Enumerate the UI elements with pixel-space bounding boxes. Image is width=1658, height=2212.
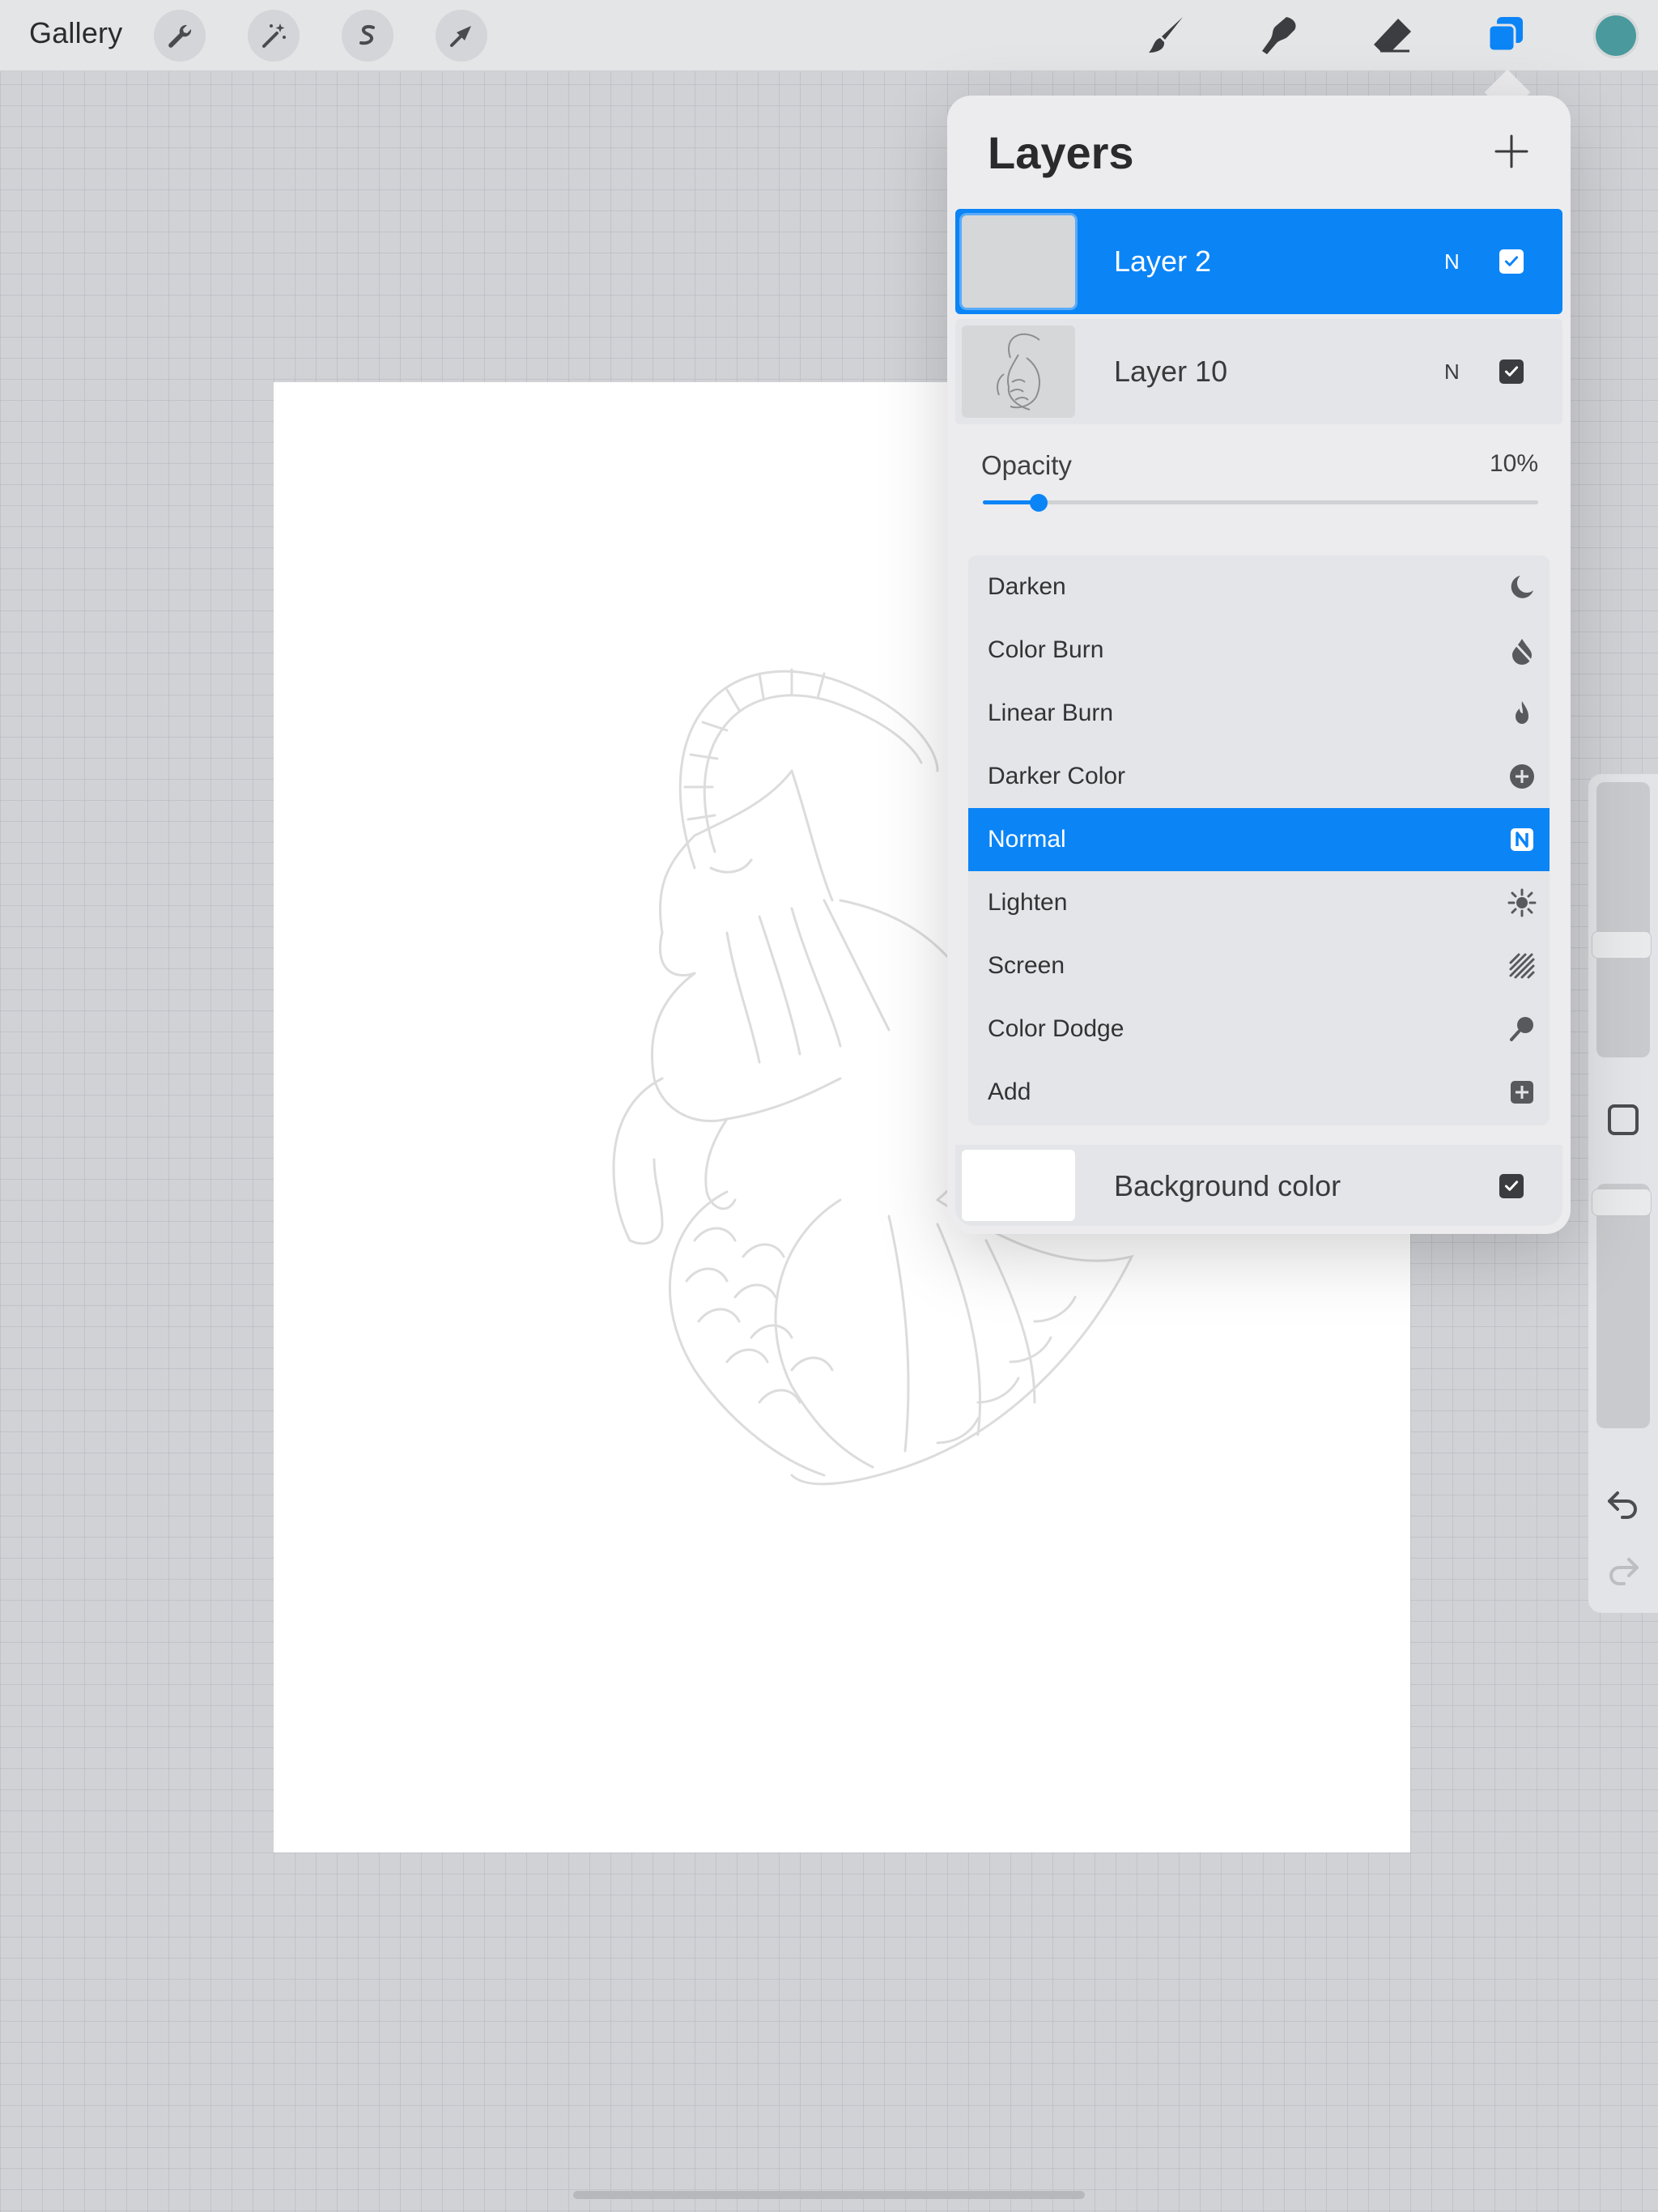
layer-name[interactable]: Layer 2 (1114, 245, 1211, 279)
layer-row-layer-2[interactable]: Layer 2 N (955, 209, 1562, 314)
visibility-checkbox[interactable] (1499, 359, 1524, 384)
top-toolbar: Gallery (0, 0, 1658, 71)
smudge-tool-button[interactable] (1253, 10, 1305, 62)
blend-mode-darken[interactable]: Darken (968, 555, 1550, 619)
plus-square-icon (1511, 1081, 1533, 1104)
check-icon (1504, 256, 1519, 266)
wrench-icon (168, 24, 192, 48)
selection-icon (359, 25, 375, 45)
opacity-label: Opacity (981, 450, 1072, 480)
layer-row-layer-10[interactable]: Layer 10 N (955, 319, 1562, 424)
check-icon (1504, 1180, 1519, 1191)
layer-name[interactable]: Background color (1114, 1169, 1341, 1203)
blend-mode-darker-color[interactable]: Darker Color (968, 745, 1550, 808)
brush-tool-button[interactable] (1140, 10, 1192, 62)
moon-icon (1511, 576, 1533, 598)
actions-button[interactable] (154, 10, 206, 62)
layer-thumbnail[interactable] (962, 215, 1075, 308)
brush-size-thumb[interactable] (1592, 931, 1652, 959)
blend-mode-label: Add (988, 1078, 1031, 1105)
blend-mode-button[interactable]: N (1444, 249, 1460, 274)
modify-square-icon[interactable] (1608, 1104, 1639, 1135)
layer-name[interactable]: Layer 10 (1114, 355, 1227, 389)
opacity-slider-knob[interactable] (1029, 494, 1048, 512)
layer-thumbnail[interactable] (962, 325, 1075, 418)
smudge-icon (1262, 17, 1296, 54)
blend-mode-label: Darken (988, 573, 1066, 600)
blend-mode-label: Linear Burn (988, 700, 1114, 726)
blend-mode-list: Darken Color Burn Linear Burn Darker Col… (968, 555, 1550, 1125)
background-color-swatch[interactable] (962, 1150, 1075, 1221)
blend-mode-lighten[interactable]: Lighten (968, 871, 1550, 934)
stripes-icon (1509, 953, 1535, 979)
sun-icon (1507, 888, 1537, 917)
blend-mode-label: Color Burn (988, 636, 1104, 663)
redo-icon[interactable] (1605, 1551, 1642, 1589)
brush-size-slider[interactable] (1596, 782, 1650, 1057)
blend-mode-label: Screen (988, 952, 1065, 979)
layers-panel: Layers Layer 2 N Layer 10 N Opacity 10% … (947, 96, 1571, 1234)
adjustments-button[interactable] (248, 10, 300, 62)
eraser-icon (1374, 19, 1411, 53)
brush-icon (1149, 17, 1183, 53)
blend-mode-label: Lighten (988, 889, 1068, 916)
dodge-icon (1510, 1017, 1533, 1041)
layers-tool-button[interactable] (1480, 10, 1532, 62)
plus-icon[interactable] (1493, 133, 1530, 170)
blend-mode-linear-burn[interactable]: Linear Burn (968, 682, 1550, 745)
blend-mode-button[interactable]: N (1444, 359, 1460, 385)
blend-mode-label: Normal (988, 826, 1066, 853)
blend-mode-color-burn[interactable]: Color Burn (968, 619, 1550, 682)
blend-mode-label: Darker Color (988, 763, 1126, 789)
burn-drop-icon (1511, 639, 1533, 665)
brush-opacity-slider[interactable] (1596, 1184, 1650, 1428)
blend-mode-normal[interactable]: Normal (968, 808, 1550, 871)
sketch-thumbnail-icon (997, 333, 1040, 410)
selection-button[interactable] (342, 10, 393, 62)
layer-row-background-color[interactable]: Background color (955, 1145, 1562, 1226)
transform-arrow-icon (450, 26, 471, 47)
plus-circle-icon (1510, 764, 1534, 789)
transform-button[interactable] (436, 10, 487, 62)
undo-icon[interactable] (1605, 1485, 1642, 1522)
blend-mode-screen[interactable]: Screen (968, 934, 1550, 998)
visibility-checkbox[interactable] (1499, 1174, 1524, 1198)
opacity-slider[interactable] (983, 494, 1538, 512)
gallery-button[interactable]: Gallery (29, 16, 122, 50)
opacity-value: 10% (1489, 450, 1538, 477)
home-indicator[interactable] (573, 2191, 1085, 2199)
layers-icon (1487, 17, 1523, 53)
panel-title: Layers (988, 127, 1134, 178)
blend-mode-add[interactable]: Add (968, 1061, 1550, 1124)
flame-icon (1516, 701, 1528, 724)
eraser-tool-button[interactable] (1367, 10, 1418, 62)
color-picker-button[interactable] (1593, 13, 1639, 58)
blend-mode-color-dodge[interactable]: Color Dodge (968, 998, 1550, 1061)
blend-mode-label: Color Dodge (988, 1015, 1124, 1042)
check-icon (1504, 366, 1519, 376)
side-brush-controls (1588, 774, 1658, 1613)
brush-opacity-thumb[interactable] (1592, 1189, 1652, 1216)
n-box-icon (1511, 828, 1533, 851)
visibility-checkbox[interactable] (1499, 249, 1524, 274)
magic-wand-icon (262, 23, 286, 48)
